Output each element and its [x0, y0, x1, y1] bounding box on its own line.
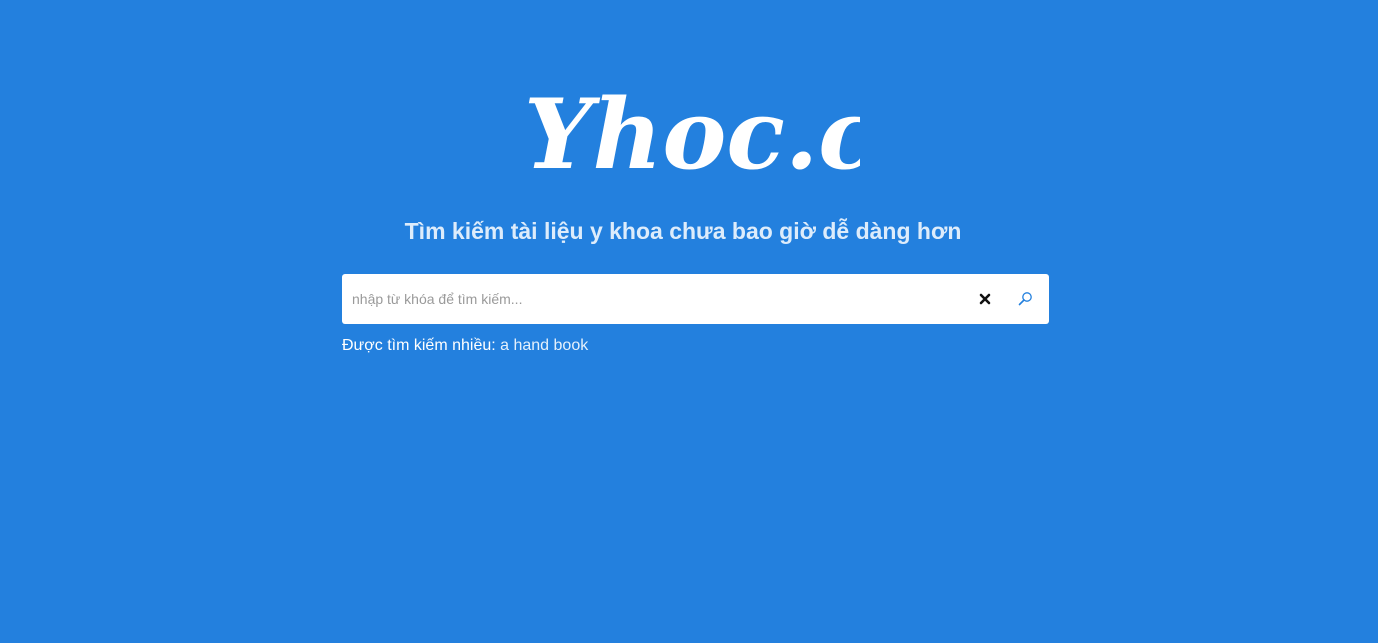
site-logo[interactable]: Yhoc.co: [520, 80, 860, 205]
page: Yhoc.co Tìm kiếm tài liệu y khoa chưa ba…: [0, 0, 1378, 643]
popular-searches: Được tìm kiếm nhiều: a hand book: [342, 336, 588, 356]
search-box: [342, 274, 1049, 324]
search-input[interactable]: [352, 286, 962, 312]
clear-search-button[interactable]: [975, 289, 995, 309]
close-icon: [979, 293, 991, 305]
search-button[interactable]: [1012, 286, 1038, 312]
logo-text: Yhoc.co: [524, 80, 860, 191]
popular-search-link[interactable]: a hand book: [500, 337, 588, 354]
popular-searches-label: Được tìm kiếm nhiều:: [342, 337, 496, 354]
search-icon: [1018, 292, 1032, 306]
tagline: Tìm kiếm tài liệu y khoa chưa bao giờ dễ…: [404, 218, 962, 244]
logo-graphic: Yhoc.co: [524, 80, 860, 191]
